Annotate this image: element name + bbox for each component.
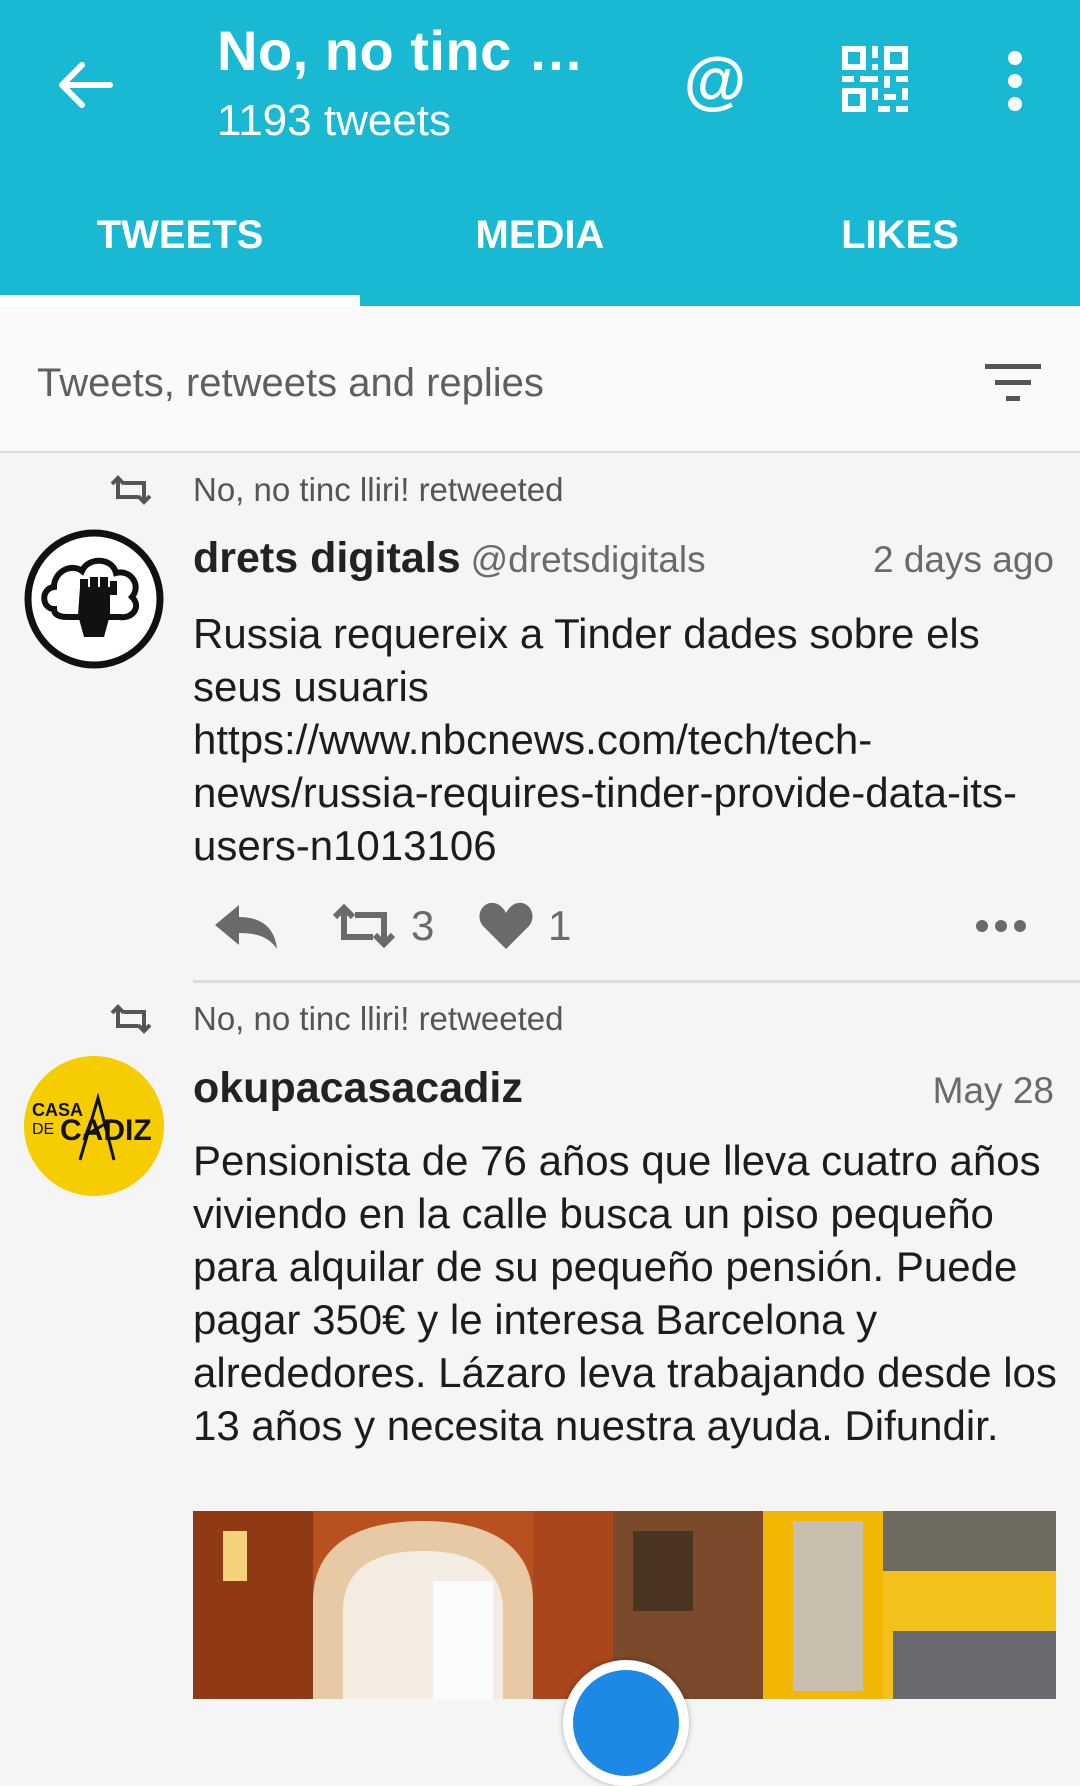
tweet-item[interactable]: No, no tinc lliri! retweeted drets digit… <box>0 451 1080 983</box>
tab-media[interactable]: MEDIA <box>360 190 720 306</box>
retweeted-by-label: No, no tinc lliri! retweeted <box>193 1000 564 1037</box>
tweet-timestamp: May 28 <box>932 1070 1054 1111</box>
tweet-timestamp: 2 days ago <box>872 539 1054 580</box>
author-name: drets digitals <box>193 534 461 582</box>
tab-bar: TWEETS MEDIA LIKES <box>0 190 1080 306</box>
tweet-count: 1193 tweets <box>217 96 452 145</box>
like-button[interactable]: 1 <box>478 891 571 961</box>
app-bar: No, no tinc ll… 1193 tweets @ TWEETS MED… <box>0 0 1080 306</box>
compose-fab[interactable] <box>563 1660 689 1786</box>
mention-icon[interactable]: @ <box>675 40 755 120</box>
fab-inner <box>573 1670 679 1776</box>
avatar[interactable] <box>24 529 164 669</box>
author-name: okupacasacadiz <box>193 1064 523 1112</box>
author-handle: @dretsdigitals <box>470 539 706 580</box>
timeline-filter-row[interactable]: Tweets, retweets and replies <box>0 306 1080 453</box>
filter-label: Tweets, retweets and replies <box>37 361 544 405</box>
retweet-button[interactable]: 3 <box>331 891 434 961</box>
retweet-icon <box>110 475 152 505</box>
more-horizontal-icon <box>976 920 1026 932</box>
tweet-actions: 3 1 <box>193 891 1063 961</box>
heart-icon <box>479 902 533 949</box>
tab-likes[interactable]: LIKES <box>720 190 1080 306</box>
more-options-button[interactable] <box>975 891 1027 961</box>
tweet-text[interactable]: Pensionista de 76 años que lleva cuatro … <box>193 1134 1063 1452</box>
filter-icon[interactable] <box>985 360 1041 404</box>
tab-likes-label: LIKES <box>841 213 959 257</box>
tweet-text[interactable]: Russia requereix a Tinder dades sobre el… <box>193 607 1063 872</box>
tab-indicator <box>0 295 360 306</box>
avatar-text-de: DE <box>32 1121 54 1138</box>
back-arrow-icon[interactable] <box>50 50 120 120</box>
reply-button[interactable] <box>213 891 279 961</box>
tab-tweets-label: TWEETS <box>96 213 264 257</box>
overflow-menu-icon[interactable] <box>990 48 1040 114</box>
retweet-icon <box>110 1004 152 1034</box>
tweet-author[interactable]: okupacasacadiz <box>193 1064 523 1113</box>
qr-code-icon[interactable] <box>842 46 908 112</box>
retweet-count: 3 <box>411 902 435 949</box>
avatar[interactable]: CASA DE CADIZ <box>24 1056 164 1196</box>
tab-tweets[interactable]: TWEETS <box>0 190 360 306</box>
retweet-icon <box>332 903 396 949</box>
tweet-author[interactable]: drets digitals @dretsdigitals <box>193 534 706 583</box>
retweeted-by-label: No, no tinc lliri! retweeted <box>193 471 564 508</box>
profile-title: No, no tinc ll… <box>217 19 597 82</box>
reply-icon <box>215 905 277 949</box>
tab-media-label: MEDIA <box>475 213 605 257</box>
like-count: 1 <box>548 902 572 949</box>
